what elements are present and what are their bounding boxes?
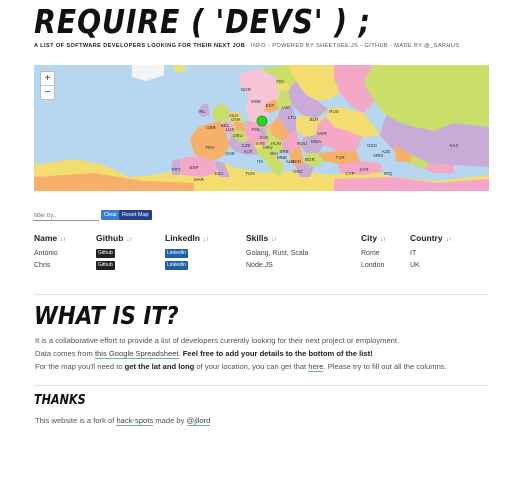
svg-text:SWE: SWE: [251, 99, 261, 104]
zoom-out-button[interactable]: −: [41, 85, 54, 99]
svg-text:ROU: ROU: [297, 141, 307, 146]
svg-text:TUR: TUR: [335, 155, 345, 160]
cell-skills: Golang, Rust, Scala: [246, 250, 309, 257]
svg-text:AUT: AUT: [244, 149, 253, 154]
svg-text:UKR: UKR: [317, 131, 327, 136]
section-divider: [34, 385, 489, 386]
svg-text:GRC: GRC: [293, 169, 304, 174]
thanks-paragraph: This website is a fork of hack-spots mad…: [35, 416, 211, 426]
sort-icon[interactable]: ↓↑: [60, 237, 66, 243]
svg-text:IRL: IRL: [198, 109, 206, 114]
clear-button[interactable]: Clear: [101, 210, 121, 220]
svg-text:LUX: LUX: [226, 127, 235, 132]
svg-text:BGR: BGR: [305, 157, 316, 162]
svg-text:GBR: GBR: [206, 125, 217, 130]
sort-icon[interactable]: ↓↑: [380, 237, 386, 243]
svg-text:EST: EST: [266, 103, 275, 108]
zoom-control: + −: [40, 71, 55, 100]
sheetsee-link[interactable]: Powered by Sheetsee.js: [272, 43, 358, 49]
svg-text:GEO: GEO: [367, 143, 378, 148]
svg-text:HUN: HUN: [271, 141, 281, 146]
svg-text:CZE: CZE: [242, 143, 251, 148]
cell-skills: Node.JS: [246, 262, 273, 269]
column-header-city[interactable]: City ↓↑: [361, 233, 386, 243]
sort-icon[interactable]: ↓↑: [126, 237, 132, 243]
sort-icon[interactable]: ↓↑: [271, 237, 277, 243]
sort-icon[interactable]: ↓↑: [203, 237, 209, 243]
developer-marker[interactable]: [256, 115, 268, 127]
svg-text:MNE: MNE: [277, 155, 287, 160]
svg-text:CYP: CYP: [345, 171, 354, 176]
author-link[interactable]: Made by @_sarhus: [394, 43, 459, 49]
svg-text:ITA: ITA: [257, 159, 264, 164]
svg-text:LTU: LTU: [288, 115, 296, 120]
what-paragraph-2: Data comes from this Google Spreadsheet.…: [35, 349, 373, 359]
cell-country: IT: [410, 250, 417, 257]
what-heading: WHAT IS IT?: [34, 301, 179, 330]
page-title: REQUIRE ( 'DEVS' ) ;: [34, 2, 371, 41]
svg-text:POL: POL: [251, 127, 261, 132]
svg-text:FRA: FRA: [206, 145, 215, 150]
svg-text:DZA: DZA: [215, 171, 224, 176]
reset-map-button[interactable]: Reset Map: [119, 210, 152, 220]
latlong-link[interactable]: here: [308, 362, 324, 372]
tagline: A list of software developers looking fo…: [34, 43, 246, 49]
spreadsheet-link[interactable]: this Google Spreadsheet: [94, 349, 179, 359]
linkedin-badge[interactable]: LinkedIn: [165, 249, 188, 258]
svg-text:LVA: LVA: [282, 105, 290, 110]
svg-text:BLR: BLR: [310, 117, 320, 122]
github-badge[interactable]: Github: [96, 249, 115, 258]
column-header-country[interactable]: Country ↓↑: [410, 233, 452, 243]
svg-text:MAR: MAR: [194, 177, 205, 182]
thanks-heading: THANKS: [34, 393, 86, 408]
svg-text:PRT: PRT: [172, 167, 181, 172]
svg-text:DEU: DEU: [233, 133, 243, 138]
cell-city: London: [361, 262, 385, 269]
svg-text:SVK: SVK: [259, 135, 268, 140]
separator: -: [360, 43, 363, 49]
svg-text:ESP: ESP: [189, 165, 198, 170]
hack-spots-link[interactable]: hack-spots: [116, 416, 154, 426]
what-paragraph-3: For the map you'll need to get the lat a…: [35, 362, 447, 372]
svg-text:IRQ: IRQ: [384, 171, 393, 176]
separator: -: [267, 43, 271, 49]
filter-input[interactable]: [33, 211, 99, 221]
header-subbar: A list of software developers looking fo…: [34, 43, 459, 49]
cell-country: UK: [410, 262, 420, 269]
svg-text:DNK: DNK: [231, 117, 241, 122]
info-link[interactable]: Info: [251, 43, 266, 49]
jllord-link[interactable]: @jllord: [186, 416, 211, 426]
svg-text:SVN: SVN: [255, 141, 264, 146]
github-badge[interactable]: Github: [96, 261, 115, 270]
svg-text:MKD: MKD: [291, 159, 302, 164]
cell-city: Rome: [361, 250, 380, 257]
svg-text:KAZ: KAZ: [450, 143, 459, 148]
svg-text:MDA: MDA: [311, 139, 321, 144]
column-header-github[interactable]: Github ↓↑: [96, 233, 132, 243]
svg-text:RUS: RUS: [329, 109, 339, 114]
separator: -: [390, 43, 393, 49]
column-header-name[interactable]: Name ↓↑: [34, 233, 66, 243]
map[interactable]: GBR IRL FRA BEL NLD DEU DNK NOR SWE FIN POL CZE …: [34, 65, 489, 191]
svg-text:SYR: SYR: [359, 167, 369, 172]
map-tiles[interactable]: GBRIRLFRA BELNLDDEU DNKNORSWE FINPOLCZE …: [34, 65, 489, 191]
svg-text:FIN: FIN: [276, 79, 283, 84]
column-header-skills[interactable]: Skills ↓↑: [246, 233, 277, 243]
cell-name: Chris: [34, 262, 51, 269]
section-divider: [34, 294, 489, 295]
what-paragraph-1: It is a collaborative effort to provide …: [35, 336, 400, 345]
column-header-linkedin[interactable]: LinkedIn ↓↑: [165, 233, 209, 243]
cell-name: Antonio: [34, 250, 58, 257]
svg-text:SRB: SRB: [279, 149, 288, 154]
svg-text:CHE: CHE: [225, 151, 235, 156]
svg-text:ARM: ARM: [373, 153, 383, 158]
sort-icon[interactable]: ↓↑: [446, 237, 452, 243]
linkedin-badge[interactable]: LinkedIn: [165, 261, 188, 270]
svg-text:TUN: TUN: [245, 171, 254, 176]
github-link[interactable]: Github: [365, 43, 389, 49]
zoom-in-button[interactable]: +: [41, 72, 54, 85]
svg-text:NOR: NOR: [241, 87, 252, 92]
